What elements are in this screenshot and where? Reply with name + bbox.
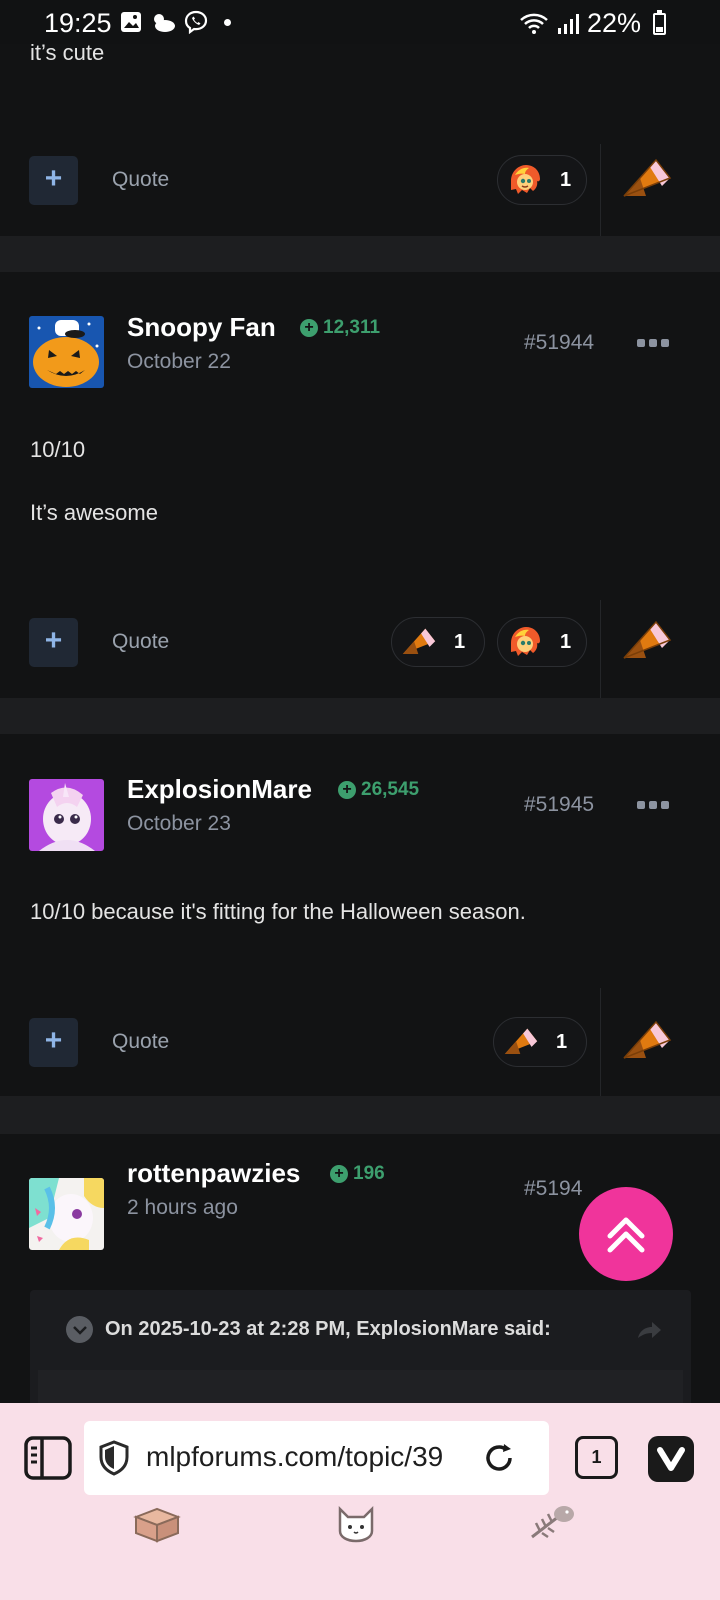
avatar[interactable] <box>29 779 104 851</box>
sunset-pony-reaction-icon <box>511 165 540 194</box>
wifi-icon <box>520 13 548 34</box>
post-body-line: It’s awesome <box>30 500 158 525</box>
battery-icon <box>653 9 666 35</box>
post-separator <box>0 1096 720 1134</box>
browser-toolbar: mlpforums.com/topic/39 1 <box>0 1403 720 1600</box>
quote-button[interactable]: Quote <box>112 168 169 192</box>
signal-icon <box>557 13 579 34</box>
reaction-count: 1 <box>560 630 572 653</box>
divider <box>600 600 601 698</box>
add-reaction-button[interactable]: + <box>29 1018 78 1067</box>
plus-circle-icon: + <box>338 781 356 799</box>
battery-percent: 22% <box>586 8 641 38</box>
quote-header[interactable]: On 2025-10-23 at 2:28 PM, ExplosionMare … <box>66 1316 551 1343</box>
author-name[interactable]: Snoopy Fan <box>127 312 276 343</box>
box-icon[interactable] <box>132 1503 182 1543</box>
reputation-badge: +12,311 <box>300 317 380 339</box>
post-date[interactable]: October 23 <box>127 812 231 836</box>
candy-corn-reaction-icon[interactable] <box>620 152 674 206</box>
divider <box>600 988 601 1096</box>
tab-switcher-button[interactable]: 1 <box>575 1436 618 1479</box>
chevron-down-icon[interactable] <box>66 1316 93 1343</box>
plus-circle-icon: + <box>300 319 318 337</box>
panel-toggle-icon[interactable] <box>24 1436 72 1480</box>
url-text[interactable]: mlpforums.com/topic/39 <box>146 1441 486 1473</box>
post-number[interactable]: #51944 <box>524 331 594 355</box>
notification-icons <box>120 10 231 34</box>
viber-icon <box>184 10 208 34</box>
candy-corn-reaction-icon <box>504 1028 538 1054</box>
quote-button[interactable]: Quote <box>112 1030 169 1054</box>
post-number[interactable]: #51945 <box>524 793 594 817</box>
vivaldi-menu-icon[interactable] <box>648 1436 694 1482</box>
add-reaction-button[interactable]: + <box>29 156 78 205</box>
post-body-line: 10/10 <box>30 437 86 462</box>
post-number[interactable]: #5194 <box>524 1177 582 1201</box>
post-separator <box>0 698 720 734</box>
reaction-pill[interactable]: 1 <box>497 617 587 667</box>
post-date[interactable]: October 22 <box>127 350 231 374</box>
quote-button[interactable]: Quote <box>112 630 169 654</box>
more-options-icon[interactable] <box>637 339 669 347</box>
post-body-line: it’s cute <box>30 40 105 65</box>
post-card: Snoopy Fan +12,311 October 22 #51944 10/… <box>0 272 720 698</box>
reaction-count: 1 <box>556 1030 568 1053</box>
author-name[interactable]: rottenpawzies <box>127 1158 300 1189</box>
post-date[interactable]: 2 hours ago <box>127 1196 238 1220</box>
weather-icon <box>154 14 175 32</box>
address-bar[interactable]: mlpforums.com/topic/39 <box>84 1421 549 1495</box>
system-icons: 22% <box>519 8 666 39</box>
shield-icon[interactable] <box>98 1440 130 1476</box>
cat-face-icon[interactable] <box>336 1501 376 1543</box>
post-body-line: 10/10 because it's fitting for the Hallo… <box>30 899 526 924</box>
sunset-pony-reaction-icon <box>511 627 540 656</box>
scroll-to-top-button[interactable] <box>579 1187 673 1281</box>
reputation-badge: +196 <box>330 1163 385 1185</box>
post-card: ExplosionMare +26,545 October 23 #51945 … <box>0 734 720 1096</box>
reaction-pill[interactable]: 1 <box>497 155 587 205</box>
post-separator <box>0 236 720 272</box>
candy-corn-reaction-icon[interactable] <box>620 614 674 668</box>
status-time: 19:25 <box>44 8 112 38</box>
gallery-icon <box>121 12 141 32</box>
reaction-count: 1 <box>560 168 572 191</box>
dot-icon <box>224 18 231 26</box>
quote-attribution: On 2025-10-23 at 2:28 PM, ExplosionMare … <box>105 1318 551 1340</box>
add-reaction-button[interactable]: + <box>29 618 78 667</box>
candy-corn-reaction-icon <box>402 628 436 654</box>
author-name[interactable]: ExplosionMare <box>127 774 312 805</box>
more-options-icon[interactable] <box>637 801 669 809</box>
status-bar: 19:25 22% <box>0 0 720 44</box>
post-card: it’s cute + Quote 1 <box>0 40 720 236</box>
reputation-badge: +26,545 <box>338 779 419 801</box>
divider <box>600 144 601 236</box>
quote-block: On 2025-10-23 at 2:28 PM, ExplosionMare … <box>30 1290 691 1410</box>
candy-corn-reaction-icon[interactable] <box>620 1014 674 1068</box>
reaction-pill[interactable]: 1 <box>493 1017 587 1067</box>
fish-bone-icon[interactable] <box>528 1503 578 1543</box>
reaction-count: 1 <box>454 630 466 653</box>
plus-circle-icon: + <box>330 1165 348 1183</box>
double-chevron-up-icon <box>607 1217 645 1253</box>
avatar[interactable] <box>29 316 104 388</box>
reaction-pill[interactable]: 1 <box>391 617 485 667</box>
reload-icon[interactable] <box>482 1441 516 1475</box>
share-arrow-icon[interactable] <box>636 1320 662 1340</box>
avatar[interactable] <box>29 1178 104 1250</box>
